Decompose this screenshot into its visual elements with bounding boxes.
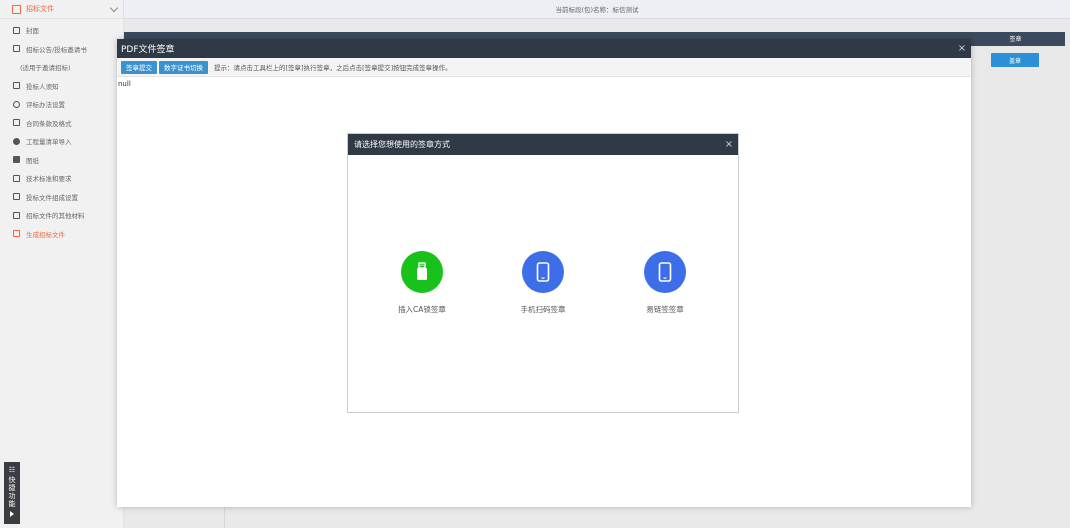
sidebar-item-drawings[interactable]: 图纸 [0, 151, 123, 170]
folder-icon [12, 4, 21, 14]
option-label: 手机扫码签章 [520, 305, 566, 314]
option-yilianqian-sign[interactable]: 易链签签章 [625, 251, 705, 315]
sidebar: 招标文件 封面 招标公告/投标邀请书 (适用于邀请招标) 投标人须知 评标办法设… [0, 0, 124, 528]
arrow-right-icon [10, 511, 14, 517]
gear-icon [13, 137, 20, 145]
quick-access-label: 快捷功能 [8, 476, 16, 508]
dialog-titlebar: 请选择您想使用的签章方式 × [348, 134, 738, 155]
cover-icon [13, 26, 20, 34]
sign-method-dialog: 请选择您想使用的签章方式 × 插入CA锁签章 手机扫码签章 易链签签章 [347, 133, 739, 413]
top-bar: 当前标段(包)名称：标信测试 [124, 0, 1070, 19]
doc-icon [13, 82, 20, 90]
sidebar-item-boq-import[interactable]: 工程量清单导入 [0, 132, 123, 151]
stamp-button[interactable]: 盖章 [991, 53, 1039, 67]
compose-icon [13, 193, 20, 201]
sidebar-item-standards[interactable]: 技术标准和要求 [0, 169, 123, 188]
sidebar-item-generate[interactable]: 生成招标文件 [0, 225, 123, 244]
option-label: 易链签签章 [646, 305, 684, 314]
option-label: 插入CA锁签章 [398, 305, 446, 314]
pdf-window-titlebar: PDF文件签章 × [117, 39, 971, 58]
pdf-window-title: PDF文件签章 [121, 45, 175, 55]
close-icon[interactable]: × [953, 43, 971, 54]
sidebar-header-label: 招标文件 [26, 5, 54, 13]
sidebar-menu: 封面 招标公告/投标邀请书 (适用于邀请招标) 投标人须知 评标办法设置 合同条… [0, 19, 123, 243]
switch-certificate-button[interactable]: 数字证书切换 [159, 60, 208, 74]
phone-icon[interactable] [644, 251, 686, 293]
sidebar-item-notice[interactable]: 招标公告/投标邀请书 [0, 40, 123, 59]
sidebar-item-composition[interactable]: 投标文件组成设置 [0, 188, 123, 207]
dialog-title: 请选择您想使用的签章方式 [354, 140, 450, 149]
sidebar-item-cover[interactable]: 封面 [0, 21, 123, 40]
quick-access-toggle[interactable]: ☷ 快捷功能 [4, 462, 20, 524]
submit-signature-button[interactable]: 签章提交 [121, 60, 157, 74]
option-phone-scan-sign[interactable]: 手机扫码签章 [503, 251, 583, 315]
phone-icon[interactable] [522, 251, 564, 293]
sidebar-item-bidder-notes[interactable]: 投标人须知 [0, 77, 123, 96]
grid-icon: ☷ [8, 466, 16, 474]
toolbar-tip: 提示：请点击工具栏上的[签章]执行签章，之后点击[签章提交]按钮完成签章操作。 [214, 64, 452, 72]
sign-column-header: 签章 [1009, 36, 1022, 43]
generate-icon [13, 230, 20, 238]
sidebar-header[interactable]: 招标文件 [0, 0, 123, 19]
standard-icon [13, 174, 20, 182]
pdf-content: null [118, 80, 131, 88]
option-ca-lock-sign[interactable]: 插入CA锁签章 [382, 251, 462, 315]
drawing-icon [13, 156, 20, 164]
notice-icon [13, 45, 20, 53]
contract-icon [13, 119, 20, 127]
close-icon[interactable]: × [720, 139, 738, 150]
current-section-name: 当前标段(包)名称：标信测试 [555, 6, 639, 14]
sidebar-item-notice-sub[interactable]: (适用于邀请招标) [0, 58, 123, 77]
chevron-down-icon[interactable] [109, 3, 119, 12]
material-icon [13, 211, 20, 219]
sidebar-item-evaluation[interactable]: 评标办法设置 [0, 95, 123, 114]
sidebar-item-other-materials[interactable]: 招标文件的其他材料 [0, 206, 123, 225]
usb-key-icon[interactable] [401, 251, 443, 293]
pdf-toolbar: 签章提交 数字证书切换 提示：请点击工具栏上的[签章]执行签章，之后点击[签章提… [117, 58, 971, 77]
sidebar-item-contract[interactable]: 合同条款及格式 [0, 114, 123, 133]
user-icon [13, 100, 20, 108]
